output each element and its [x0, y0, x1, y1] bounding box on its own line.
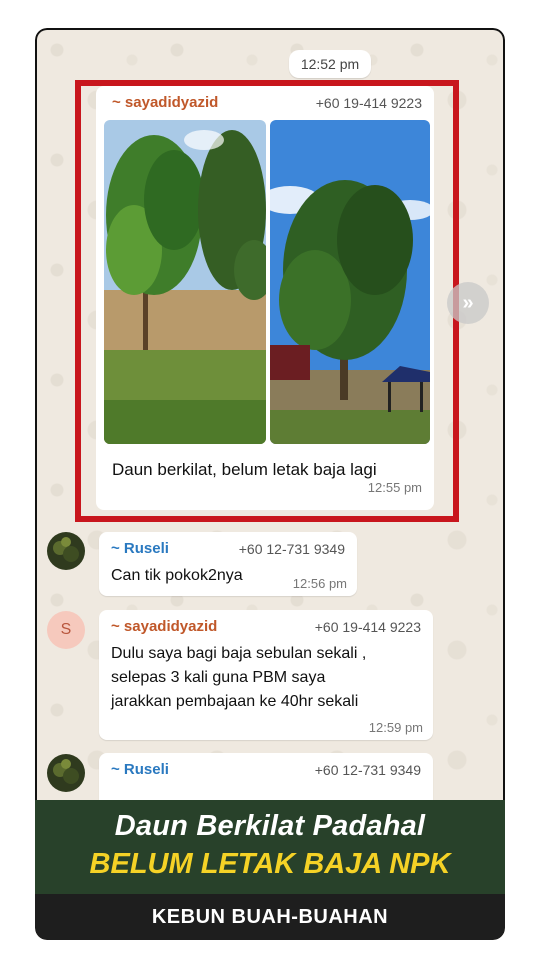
- avatar-ruseli[interactable]: [47, 754, 85, 792]
- headline-line-1: Daun Berkilat Padahal: [114, 810, 426, 842]
- category-label: KEBUN BUAH-BUAHAN: [151, 906, 389, 928]
- message-time: 12:56 pm: [292, 576, 347, 591]
- sender-phone: +60 12-731 9349: [238, 541, 345, 557]
- category-footer: KEBUN BUAH-BUAHAN: [35, 894, 505, 940]
- post-frame: 12:52 pm ~ sayadidyazid +60 19-414 9223: [35, 28, 505, 940]
- forward-icon: »: [462, 292, 474, 314]
- avatar-ruseli[interactable]: [47, 532, 85, 570]
- sender-phone: +60 19-414 9223: [314, 619, 421, 635]
- headline-line-2: BELUM LETAK BAJA NPK: [89, 848, 451, 880]
- sender-name[interactable]: ~ Ruseli: [111, 761, 169, 778]
- time-pill: 12:52 pm: [289, 50, 371, 78]
- sender-name[interactable]: ~ sayadidyazid: [111, 618, 217, 635]
- message-line-3: jarakkan pembajaan ke 40hr sekali: [111, 693, 359, 710]
- avatar-sayadidyazid[interactable]: S: [47, 611, 85, 649]
- message-line-2: selepas 3 kali guna PBM saya: [111, 669, 326, 686]
- sender-phone: +60 12-731 9349: [314, 762, 421, 778]
- chat-screenshot: 12:52 pm ~ sayadidyazid +60 19-414 9223: [35, 28, 505, 800]
- message-bubble-ruseli-1[interactable]: ~ Ruseli +60 12-731 9349 Can tik pokok2n…: [99, 532, 357, 596]
- headline-banner: Daun Berkilat Padahal BELUM LETAK BAJA N…: [35, 800, 505, 894]
- message-bubble-ruseli-2[interactable]: ~ Ruseli +60 12-731 9349: [99, 753, 433, 800]
- message-bubble-sayadidyazid[interactable]: ~ sayadidyazid +60 19-414 9223 Dulu saya…: [99, 610, 433, 740]
- forward-button[interactable]: »: [447, 282, 489, 324]
- message-text: Can tik pokok2nya: [111, 567, 243, 584]
- red-highlight-box: [75, 80, 459, 522]
- message-line-1: Dulu saya bagi baja sebulan sekali ,: [111, 645, 367, 662]
- sender-name[interactable]: ~ Ruseli: [111, 540, 169, 557]
- message-time: 12:59 pm: [368, 720, 423, 735]
